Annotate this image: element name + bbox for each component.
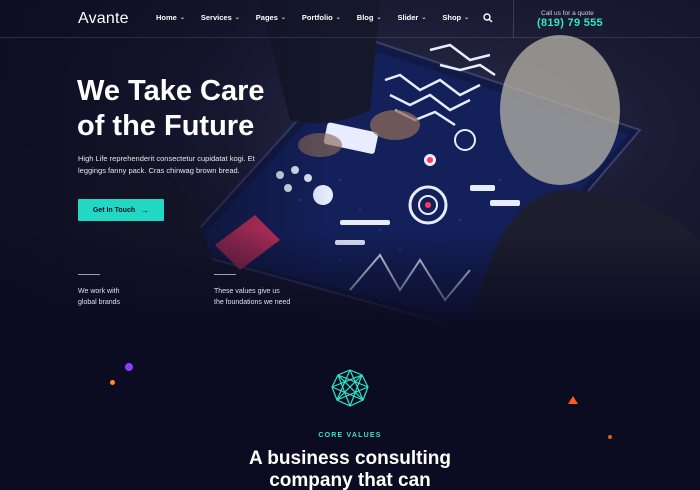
hero-description-line: leggings fanny pack. Cras chinwag brown … (78, 166, 240, 175)
nav-item-label: Home (156, 13, 177, 22)
nav-item-blog[interactable]: Blog ⌄ (357, 13, 382, 22)
main-nav: Home ⌄ Services ⌄ Pages ⌄ Portfolio ⌄ Blog ⌄ … (156, 13, 485, 22)
get-in-touch-button[interactable]: Get In Touch → (78, 199, 164, 221)
chevron-down-icon: ⌄ (280, 15, 286, 21)
chevron-down-icon: ⌄ (335, 15, 341, 21)
nav-item-label: Services (200, 13, 232, 22)
hero-title: We Take Care of the Future (77, 74, 337, 144)
chevron-down-icon: ⌄ (376, 15, 382, 21)
hero-description-line: High Life reprehenderit consectetur cupi… (78, 154, 255, 163)
geometric-network-icon (331, 369, 369, 407)
feature-divider (78, 274, 100, 275)
nav-item-label: Slider (397, 13, 419, 22)
nav-item-home[interactable]: Home ⌄ (156, 13, 185, 22)
header-divider (513, 0, 514, 38)
hero-title-line: We Take Care (77, 75, 265, 107)
decorative-dot (110, 380, 115, 385)
feature-item: We work with global brands (78, 274, 188, 308)
nav-item-shop[interactable]: Shop ⌄ (442, 13, 469, 22)
feature-text-line: global brands (78, 299, 121, 306)
nav-item-services[interactable]: Services ⌄ (201, 13, 240, 22)
hero-title-line: of the Future (77, 110, 255, 142)
section-title-line: company that can (269, 470, 431, 490)
section-label: CORE VALUES (318, 432, 382, 439)
nav-item-label: Portfolio (301, 13, 333, 22)
cta-label: Get In Touch (92, 206, 136, 214)
arrow-right-icon: → (141, 205, 150, 215)
feature-text-line: These values give us (214, 288, 280, 295)
site-header: Avante Home ⌄ Services ⌄ Pages ⌄ Portfolio ⌄… (0, 0, 700, 38)
search-icon[interactable] (483, 13, 493, 23)
chevron-down-icon: ⌄ (234, 15, 240, 21)
feature-item: These values give us the foundations we … (214, 274, 324, 308)
section-title: A business consulting company that can (0, 448, 700, 490)
site-logo[interactable]: Avante (78, 10, 129, 28)
chevron-down-icon: ⌄ (179, 15, 185, 21)
feature-text-line: the foundations we need (214, 299, 291, 306)
chevron-down-icon: ⌄ (421, 15, 427, 21)
quote-phone[interactable]: (819) 79 555 (537, 17, 603, 29)
nav-item-portfolio[interactable]: Portfolio ⌄ (302, 13, 341, 22)
nav-item-label: Shop (442, 13, 462, 22)
quote-label: Call us for a quote (541, 10, 594, 17)
decorative-triangle (568, 396, 578, 404)
nav-item-slider[interactable]: Slider ⌄ (397, 13, 426, 22)
feature-divider (214, 274, 236, 275)
nav-item-pages[interactable]: Pages ⌄ (256, 13, 286, 22)
hero-description: High Life reprehenderit consectetur cupi… (78, 153, 288, 177)
decorative-dot (125, 363, 133, 371)
chevron-down-icon: ⌄ (464, 15, 470, 21)
nav-item-label: Blog (356, 13, 374, 22)
feature-text-line: We work with (78, 288, 120, 295)
feature-text: These values give us the foundations we … (214, 286, 324, 308)
feature-text: We work with global brands (78, 286, 188, 308)
section-title-line: A business consulting (249, 448, 451, 469)
nav-item-label: Pages (255, 13, 278, 22)
